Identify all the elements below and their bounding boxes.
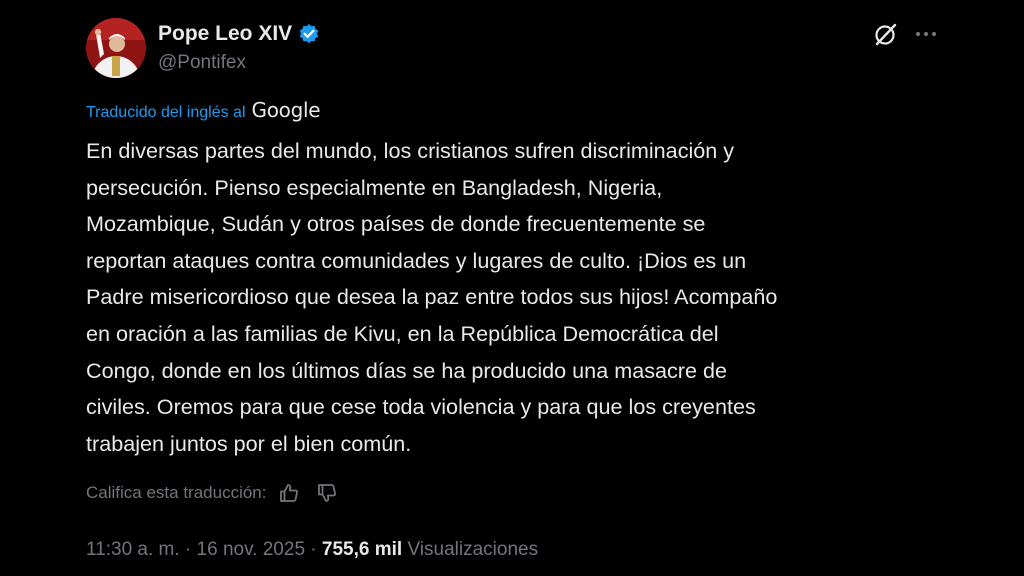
more-options-icon[interactable] [912,22,940,46]
tweet-text-line: Padre misericordioso que desea la paz en… [86,284,778,310]
author-handle[interactable]: @Pontifex [158,52,246,74]
tweet-text-line: trabajen juntos por el bien común. [86,430,412,456]
tweet-timestamp[interactable]: 11:30 a. m. · 16 nov. 2025 [86,539,305,560]
tweet-text-line: Congo, donde en los últimos días se ha p… [86,357,728,383]
tweet-text-line: civiles. Oremos para que cese toda viole… [86,394,756,420]
avatar[interactable] [86,18,146,78]
views-label: Visualizaciones [407,539,539,560]
rate-translation-label: Califica esta traducción: [86,483,267,502]
meta-separator: · [305,539,322,560]
profile-photo-icon [86,18,146,78]
rate-translation-row: Califica esta traducción: [86,482,338,504]
author-display-name[interactable]: Pope Leo XIV [158,22,292,46]
tweet-time: 11:30 a. m. [86,539,180,560]
grok-icon[interactable] [873,21,899,47]
tweet-text-line: En diversas partes del mundo, los cristi… [86,138,735,163]
tweet-meta: 11:30 a. m. · 16 nov. 2025 · 755,6 mil V… [86,539,538,561]
tweet-text-line: reportan ataques contra comunidades y lu… [86,247,747,273]
translation-notice: Traducido del inglés al Google [86,98,321,122]
tweet-text-line: persecución. Pienso especialmente en Ban… [86,174,663,200]
tweet-detail: Pope Leo XIV @Pontifex Traducido del ing… [0,0,1024,576]
meta-separator: · [179,539,197,560]
thumbs-up-icon[interactable] [278,482,300,504]
tweet-text-line: Mozambique, Sudán y otros países de dond… [86,211,706,237]
views-count: 755,6 mil [321,539,403,560]
author-name-row: Pope Leo XIV [158,20,320,48]
tweet-date: 16 nov. 2025 [196,539,306,560]
tweet-text-line: en oración a las familias de Kivu, en la… [86,320,719,346]
thumbs-down-icon[interactable] [316,482,338,504]
verified-badge-icon [298,23,320,45]
tweet-text: En diversas partes del mundo, los cristi… [86,133,946,462]
translated-from-english-link[interactable]: Traducido del inglés al [86,104,246,122]
google-logo: Google [251,98,321,122]
